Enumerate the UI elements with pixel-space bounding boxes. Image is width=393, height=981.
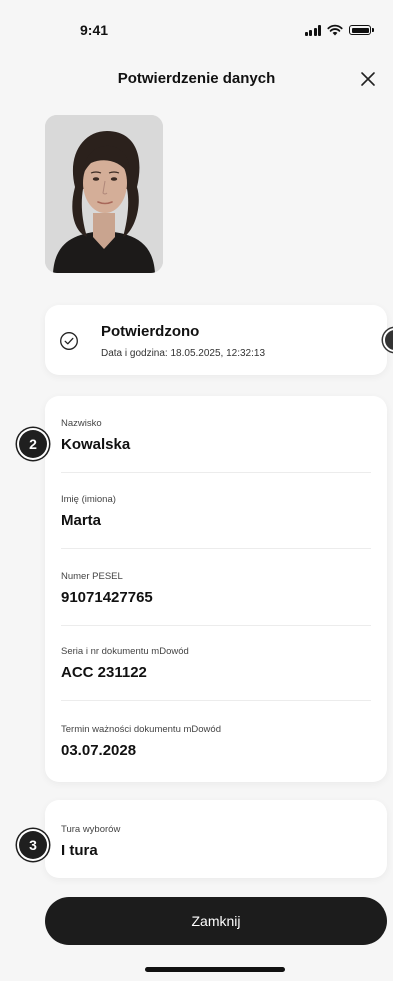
status-time: 9:41 bbox=[80, 22, 109, 38]
divider bbox=[61, 625, 371, 626]
status-icons bbox=[304, 24, 374, 36]
field-value: I tura bbox=[61, 842, 98, 859]
header: Potwierdzenie danych bbox=[0, 60, 393, 96]
field-label: Numer PESEL bbox=[61, 571, 123, 582]
field-first-names: Imię (imiona) Marta bbox=[61, 494, 371, 529]
field-document-number: Seria i nr dokumentu mDowód ACC 231122 bbox=[61, 646, 371, 681]
field-surname: Nazwisko Kowalska bbox=[61, 418, 371, 453]
field-election-round: Tura wyborów I tura bbox=[61, 824, 371, 859]
home-indicator bbox=[145, 967, 285, 972]
field-label: Seria i nr dokumentu mDowód bbox=[61, 646, 189, 657]
battery-icon bbox=[349, 25, 374, 35]
divider bbox=[61, 472, 371, 473]
signal-icon bbox=[304, 24, 321, 36]
divider bbox=[61, 548, 371, 549]
election-round-card: Tura wyborów I tura bbox=[45, 800, 387, 878]
field-value: Marta bbox=[61, 512, 102, 529]
field-pesel: Numer PESEL 91071427765 bbox=[61, 571, 371, 606]
step-badge-2: 2 bbox=[19, 430, 47, 458]
field-document-expiry: Termin ważności dokumentu mDowód 03.07.2… bbox=[61, 724, 371, 759]
close-button[interactable]: Zamknij bbox=[45, 897, 387, 945]
page-title: Potwierdzenie danych bbox=[117, 70, 276, 87]
status-bar: 9:41 bbox=[0, 0, 393, 52]
field-value: Kowalska bbox=[61, 436, 131, 453]
field-label: Termin ważności dokumentu mDowód bbox=[61, 724, 221, 735]
divider bbox=[61, 700, 371, 701]
confirmation-title: Potwierdzono bbox=[101, 323, 200, 340]
field-value: 03.07.2028 bbox=[61, 742, 137, 759]
check-circle-icon bbox=[60, 332, 78, 350]
field-label: Nazwisko bbox=[61, 418, 102, 429]
field-label: Tura wyborów bbox=[61, 824, 121, 835]
field-value: ACC 231122 bbox=[61, 664, 147, 681]
personal-data-card: Nazwisko Kowalska Imię (imiona) Marta Nu… bbox=[45, 396, 387, 782]
field-value: 91071427765 bbox=[61, 589, 153, 606]
confirmation-card: Potwierdzono Data i godzina: 18.05.2025,… bbox=[45, 305, 387, 375]
step-badge-3: 3 bbox=[19, 831, 47, 859]
field-label: Imię (imiona) bbox=[61, 494, 116, 505]
confirmation-datetime: Data i godzina: 18.05.2025, 12:32:13 bbox=[101, 348, 266, 359]
wifi-icon bbox=[327, 24, 343, 36]
close-icon[interactable] bbox=[355, 66, 381, 92]
id-photo bbox=[45, 115, 163, 273]
